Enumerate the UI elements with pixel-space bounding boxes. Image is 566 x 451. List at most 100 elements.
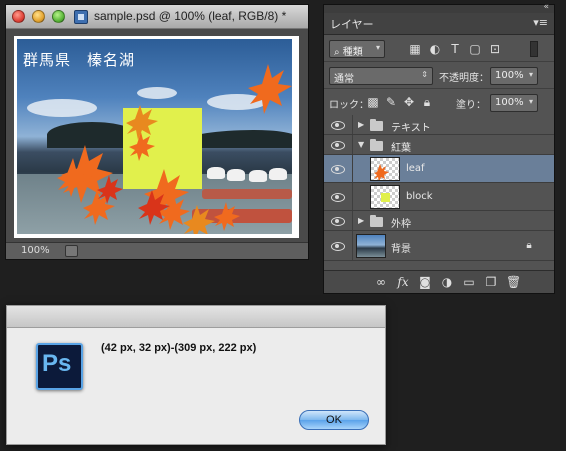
fill-label: 塗り： [456,100,486,111]
layer-name[interactable]: 背景 [391,240,411,255]
fx-icon[interactable]: fx [396,275,410,289]
panel-menu-icon[interactable]: ▾≡ [533,16,548,29]
chevron-down-icon: ▾ [528,97,533,106]
eye-column-divider [352,211,353,230]
panel-collapse-bar[interactable]: « [324,2,554,13]
lock-position-icon[interactable]: ✥ [402,95,416,109]
lock-label: ロック： [329,100,369,111]
opacity-value: 100% [495,70,524,81]
lock-image-icon[interactable]: ✎ [384,95,398,109]
layer-name[interactable]: block [406,191,433,202]
maple-leaf [129,132,155,161]
minimize-window-button[interactable] [32,10,45,23]
document-statusbar: 100% [6,242,308,259]
layer-row-background[interactable]: 背景 🔒︎ [324,231,554,261]
close-window-button[interactable] [12,10,25,23]
filter-toggle-switch[interactable] [530,41,538,57]
blend-row: 通常 ⇕ 不透明度： 100% ▾ [324,63,554,89]
layer-row-text-group[interactable]: ▶ テキスト [324,115,554,135]
chevron-updown-icon: ⇕ [421,70,428,79]
dialog-message: (42 px, 32 px)-(309 px, 222 px) [101,342,257,354]
search-icon: ⌕ [334,47,340,58]
layers-panel: « レイヤー ▾≡ ⌕ 種類 ▾ ▦ ◐ T ▢ ⊡ 通常 ⇕ 不透明度： 10… [323,2,555,294]
lock-row: ロック： ▩ ✎ ✥ 🔒︎ 塗り： 100% ▾ [324,90,554,116]
layer-row-koyo-group[interactable]: ▼ 紅葉 [324,135,554,155]
type-filter-icon[interactable]: T [448,42,462,56]
visibility-eye-icon[interactable] [331,141,345,150]
visibility-eye-icon[interactable] [331,121,345,130]
layers-bottom-toolbar: ∞ fx ◙ ◑ ▭ ❐ 🗑︎ [324,270,554,293]
link-layers-icon[interactable]: ∞ [374,275,388,289]
psd-file-icon [74,10,88,24]
visibility-eye-icon[interactable] [331,217,345,226]
adjustment-layer-icon[interactable]: ◑ [440,275,454,289]
document-title: sample.psd @ 100% (leaf, RGB/8) * [94,9,287,23]
folder-icon [370,119,383,131]
zoom-level[interactable]: 100% [21,245,50,256]
lock-transparent-icon[interactable]: ▩ [366,95,380,109]
dialog-titlebar[interactable] [7,306,385,328]
eye-column-divider [352,155,353,182]
folder-icon [370,215,383,227]
layer-name[interactable]: 外枠 [391,215,411,230]
collapse-triangle-icon[interactable]: ▼ [358,140,364,149]
lock-all-icon[interactable]: 🔒︎ [420,95,434,109]
layer-name[interactable]: leaf [406,163,425,174]
visibility-eye-icon[interactable] [331,193,345,202]
maple-leaf [183,205,215,234]
fill-field[interactable]: 100% ▾ [490,94,538,112]
expand-triangle-icon[interactable]: ▶ [358,216,364,225]
smartobject-filter-icon[interactable]: ⊡ [488,42,502,56]
status-info-button[interactable] [65,245,78,257]
layer-name[interactable]: 紅葉 [391,139,411,154]
lock-icon: 🔒︎ [526,240,532,251]
document-window: sample.psd @ 100% (leaf, RGB/8) * 群馬県 榛名… [5,4,309,260]
fill-value: 100% [495,97,524,108]
layer-row-outer-frame-group[interactable]: ▶ 外枠 [324,211,554,231]
layer-thumbnail [356,234,386,258]
folder-open-icon [370,139,383,151]
blend-mode-value: 通常 [334,74,354,85]
eye-column-divider [352,231,353,260]
document-titlebar[interactable]: sample.psd @ 100% (leaf, RGB/8) * [6,5,308,29]
eye-column-divider [352,183,353,210]
collapse-icon[interactable]: « [543,2,549,12]
shape-filter-icon[interactable]: ▢ [468,42,482,56]
leaf-thumbnail-art [374,164,389,182]
layer-row-block[interactable]: block [324,183,554,211]
chevron-down-icon: ▾ [528,70,533,79]
maple-leaves [57,64,292,234]
layer-mask-icon[interactable]: ◙ [418,275,432,289]
eye-column-divider [352,135,353,154]
ok-button[interactable]: OK [299,410,369,430]
visibility-eye-icon[interactable] [331,242,345,251]
app-icon-text: Ps [42,350,72,377]
chevron-down-icon: ▾ [375,43,380,52]
new-layer-icon[interactable]: ❐ [484,275,498,289]
layer-thumbnail [370,157,400,182]
trash-icon[interactable]: 🗑︎ [506,275,521,289]
layer-name[interactable]: テキスト [391,119,431,134]
pixel-filter-icon[interactable]: ▦ [408,42,422,56]
blend-mode-select[interactable]: 通常 ⇕ [329,67,433,85]
layer-thumbnail [370,185,400,209]
visibility-eye-icon[interactable] [331,165,345,174]
opacity-field[interactable]: 100% ▾ [490,67,538,85]
opacity-label: 不透明度： [439,73,489,84]
document-canvas[interactable]: 群馬県 榛名湖 [14,36,299,238]
expand-triangle-icon[interactable]: ▶ [358,120,364,129]
adjustment-filter-icon[interactable]: ◐ [428,42,442,56]
maple-leaf [126,105,158,140]
maple-leaf [248,64,292,114]
alert-dialog: Ps (42 px, 32 px)-(309 px, 222 px) OK [6,305,386,445]
zoom-window-button[interactable] [52,10,65,23]
block-thumbnail-art [381,193,390,202]
maple-leaf [214,202,240,231]
filter-kind-select[interactable]: ⌕ 種類 ▾ [329,40,385,58]
new-group-icon[interactable]: ▭ [462,275,476,289]
layer-row-leaf[interactable]: leaf [324,155,554,183]
filter-row: ⌕ 種類 ▾ ▦ ◐ T ▢ ⊡ [324,36,554,62]
filter-kind-value: 種類 [342,47,363,58]
panel-tabrow: レイヤー ▾≡ [324,13,554,35]
tab-layers[interactable]: レイヤー [330,16,374,32]
